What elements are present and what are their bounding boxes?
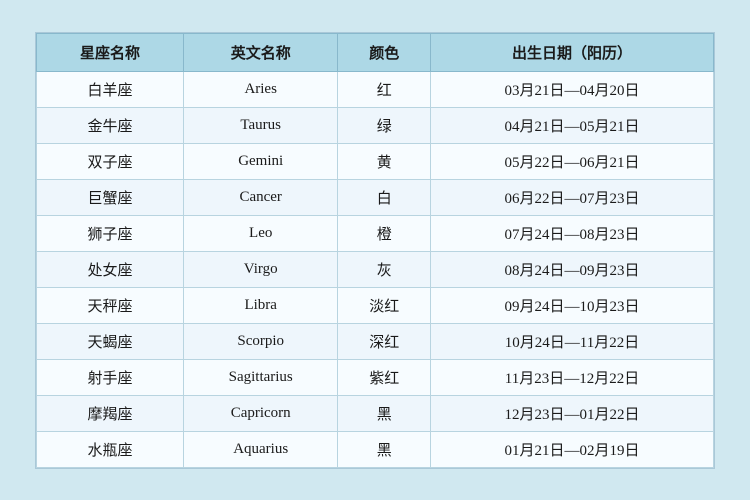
cell-english: Leo	[183, 215, 337, 251]
table-row: 水瓶座Aquarius黑01月21日—02月19日	[37, 431, 714, 467]
table-row: 白羊座Aries红03月21日—04月20日	[37, 71, 714, 107]
col-header-english: 英文名称	[183, 33, 337, 71]
cell-chinese: 巨蟹座	[37, 179, 184, 215]
cell-color: 黄	[338, 143, 431, 179]
col-header-dates: 出生日期（阳历）	[430, 33, 713, 71]
cell-chinese: 射手座	[37, 359, 184, 395]
cell-color: 橙	[338, 215, 431, 251]
cell-chinese: 处女座	[37, 251, 184, 287]
cell-color: 绿	[338, 107, 431, 143]
table-row: 双子座Gemini黄05月22日—06月21日	[37, 143, 714, 179]
cell-dates: 08月24日—09月23日	[430, 251, 713, 287]
cell-chinese: 金牛座	[37, 107, 184, 143]
cell-dates: 05月22日—06月21日	[430, 143, 713, 179]
cell-dates: 01月21日—02月19日	[430, 431, 713, 467]
cell-dates: 04月21日—05月21日	[430, 107, 713, 143]
cell-english: Virgo	[183, 251, 337, 287]
cell-chinese: 白羊座	[37, 71, 184, 107]
cell-chinese: 双子座	[37, 143, 184, 179]
cell-color: 红	[338, 71, 431, 107]
cell-dates: 10月24日—11月22日	[430, 323, 713, 359]
cell-chinese: 天蝎座	[37, 323, 184, 359]
cell-color: 灰	[338, 251, 431, 287]
table-row: 处女座Virgo灰08月24日—09月23日	[37, 251, 714, 287]
cell-chinese: 摩羯座	[37, 395, 184, 431]
cell-english: Libra	[183, 287, 337, 323]
cell-dates: 09月24日—10月23日	[430, 287, 713, 323]
cell-dates: 12月23日—01月22日	[430, 395, 713, 431]
table-row: 巨蟹座Cancer白06月22日—07月23日	[37, 179, 714, 215]
table-row: 天蝎座Scorpio深红10月24日—11月22日	[37, 323, 714, 359]
col-header-chinese: 星座名称	[37, 33, 184, 71]
table-row: 摩羯座Capricorn黑12月23日—01月22日	[37, 395, 714, 431]
cell-color: 深红	[338, 323, 431, 359]
cell-english: Scorpio	[183, 323, 337, 359]
cell-english: Taurus	[183, 107, 337, 143]
cell-english: Sagittarius	[183, 359, 337, 395]
cell-english: Gemini	[183, 143, 337, 179]
table-row: 狮子座Leo橙07月24日—08月23日	[37, 215, 714, 251]
cell-color: 黑	[338, 431, 431, 467]
table-header-row: 星座名称 英文名称 颜色 出生日期（阳历）	[37, 33, 714, 71]
cell-color: 黑	[338, 395, 431, 431]
cell-chinese: 天秤座	[37, 287, 184, 323]
table-row: 金牛座Taurus绿04月21日—05月21日	[37, 107, 714, 143]
cell-english: Capricorn	[183, 395, 337, 431]
cell-chinese: 水瓶座	[37, 431, 184, 467]
table-row: 射手座Sagittarius紫红11月23日—12月22日	[37, 359, 714, 395]
cell-color: 白	[338, 179, 431, 215]
cell-english: Aquarius	[183, 431, 337, 467]
cell-color: 淡红	[338, 287, 431, 323]
cell-color: 紫红	[338, 359, 431, 395]
cell-dates: 11月23日—12月22日	[430, 359, 713, 395]
cell-dates: 06月22日—07月23日	[430, 179, 713, 215]
cell-english: Aries	[183, 71, 337, 107]
zodiac-table: 星座名称 英文名称 颜色 出生日期（阳历） 白羊座Aries红03月21日—04…	[36, 33, 714, 468]
cell-chinese: 狮子座	[37, 215, 184, 251]
table-body: 白羊座Aries红03月21日—04月20日金牛座Taurus绿04月21日—0…	[37, 71, 714, 467]
cell-dates: 07月24日—08月23日	[430, 215, 713, 251]
table-row: 天秤座Libra淡红09月24日—10月23日	[37, 287, 714, 323]
cell-english: Cancer	[183, 179, 337, 215]
cell-dates: 03月21日—04月20日	[430, 71, 713, 107]
col-header-color: 颜色	[338, 33, 431, 71]
zodiac-table-container: 星座名称 英文名称 颜色 出生日期（阳历） 白羊座Aries红03月21日—04…	[35, 32, 715, 469]
